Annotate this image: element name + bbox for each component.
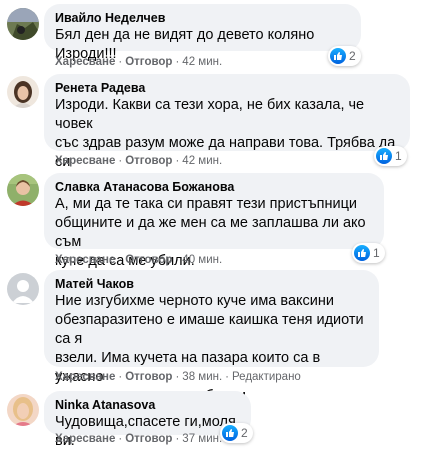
comment-bubble: Славка Атанасова Божанова А, ми да те та… [44,173,384,269]
comment-actions: Харесване · Отговор · 37 мин. [55,433,223,445]
reply-button[interactable]: Отговор [125,433,172,445]
like-icon [330,48,346,64]
comment-actions: Харесване · Отговор · 38 мин. · Редактирано [55,371,301,383]
reaction-number: 2 [349,49,356,63]
comment-time[interactable]: 42 мин. [182,155,222,167]
comment-actions: Харесване · Отговор · 42 мин. [55,56,223,68]
comment-actions: Харесване · Отговор · 40 мин. [55,254,223,266]
comment-author[interactable]: Ninka Atanasova [55,397,240,413]
edited-label: Редактирано [232,371,301,383]
reply-button[interactable]: Отговор [125,56,172,68]
avatar[interactable] [7,8,39,40]
avatar[interactable] [7,394,39,426]
reaction-number: 1 [373,246,380,260]
comment-bubble: Ренета Радева Изроди. Какви са тези хора… [44,74,410,189]
like-icon [354,245,370,261]
reaction-count[interactable]: 1 [374,146,407,166]
reaction-number: 1 [395,149,402,163]
avatar[interactable] [7,174,39,206]
comment-author[interactable]: Ренета Радева [55,80,399,96]
comment-bubble: Матей Чаков Ние изгубихме черното куче и… [44,270,379,404]
like-button[interactable]: Харесване [55,155,115,167]
reaction-count[interactable]: 2 [328,46,361,66]
reply-button[interactable]: Отговор [125,371,172,383]
like-button[interactable]: Харесване [55,433,115,445]
reaction-count[interactable]: 2 [220,423,253,443]
comment-author[interactable]: Славка Атанасова Божанова [55,179,373,195]
comment-actions: Харесване · Отговор · 42 мин. [55,155,223,167]
like-icon [222,425,238,441]
reaction-number: 2 [241,426,248,440]
comment-time[interactable]: 40 мин. [182,254,222,266]
avatar[interactable] [7,76,39,108]
comment-time[interactable]: 37 мин. [182,433,222,445]
avatar[interactable] [7,273,39,305]
reaction-count[interactable]: 1 [352,243,385,263]
like-icon [376,148,392,164]
reply-button[interactable]: Отговор [125,155,172,167]
comment-time[interactable]: 42 мин. [182,56,222,68]
like-button[interactable]: Харесване [55,254,115,266]
comment-author[interactable]: Матей Чаков [55,276,368,292]
comment-text: Ние изгубихме черното куче има ваксини о… [55,293,364,404]
like-button[interactable]: Харесване [55,56,115,68]
like-button[interactable]: Харесване [55,371,115,383]
comment-author[interactable]: Ивайло Неделчев [55,10,350,26]
comment-time[interactable]: 38 мин. [182,371,222,383]
comment-bubble: Ивайло Неделчев Бял ден да не видят до д… [44,4,361,62]
reply-button[interactable]: Отговор [125,254,172,266]
